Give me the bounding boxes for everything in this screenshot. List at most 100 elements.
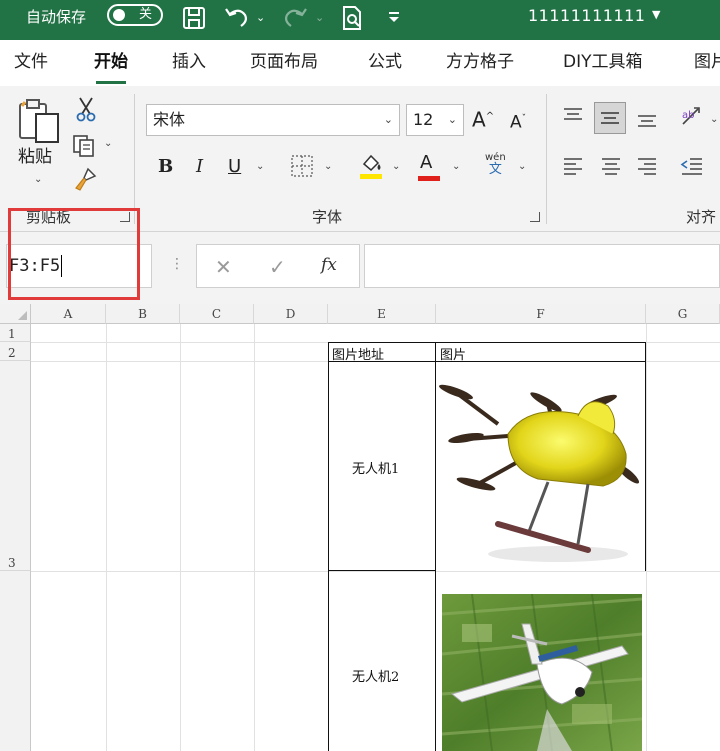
underline-button[interactable]: U [228,156,241,178]
table-border [645,342,646,571]
cell-f2[interactable]: 图片 [440,344,466,363]
font-size-select[interactable]: 12 ⌄ [406,104,464,136]
column-header-d[interactable]: D [254,304,328,324]
tab-formulas[interactable]: 公式 [368,51,402,73]
font-color-icon[interactable]: A [418,152,440,181]
autosave-label: 自动保存 [26,8,87,26]
fill-color-icon[interactable] [358,150,384,186]
paste-icon[interactable] [18,96,62,150]
enter-icon[interactable]: ✓ [269,255,286,279]
font-size-dropdown-icon: ⌄ [447,113,457,126]
font-name-value: 宋体 [153,110,186,129]
formula-input[interactable] [364,244,720,288]
underline-dropdown-icon[interactable]: ⌄ [256,161,264,172]
fill-color-dropdown-icon[interactable]: ⌄ [392,161,400,172]
cut-icon[interactable] [76,96,96,128]
table-border [328,342,646,343]
workbook-filename[interactable]: 11111111111 [528,6,645,26]
font-name-select[interactable]: 宋体 ⌄ [146,104,400,136]
formula-buttons: ✕ ✓ fx [196,244,360,288]
cell-e4[interactable]: 无人机2 [352,666,399,685]
align-right-icon[interactable] [636,156,658,182]
font-size-value: 12 [413,110,434,129]
row-header-1[interactable]: 1 [0,324,31,342]
insert-function-icon[interactable]: fx [321,255,337,275]
formula-bar-resize-handle[interactable]: ⋮ [170,256,184,272]
alignment-group-label: 对齐 [686,208,717,226]
italic-button[interactable]: I [196,156,203,178]
cell-e2[interactable]: 图片地址 [332,344,384,363]
decrease-indent-icon[interactable] [680,156,704,182]
font-color-dropdown-icon[interactable]: ⌄ [452,161,460,172]
row-number: 2 [8,346,16,360]
orientation-dropdown-icon[interactable]: ⌄ [710,114,718,125]
phonetic-guide-icon[interactable]: wén 文 [485,152,506,177]
tab-diy-toolbox[interactable]: DIY工具箱 [563,51,643,73]
column-header-f[interactable]: F [436,304,646,324]
gridline [31,571,720,572]
font-color-letter: A [420,152,433,173]
phonetic-dropdown-icon[interactable]: ⌄ [518,161,526,172]
increase-font-size-icon[interactable]: A^ [472,106,494,131]
tab-picture[interactable]: 图片 [694,51,720,73]
gridline [646,324,647,751]
font-group-label: 字体 [312,208,343,226]
white-plane-drone-image[interactable] [442,594,642,751]
gridline [180,324,181,751]
ribbon-separator [546,94,547,224]
print-preview-icon[interactable] [340,5,364,31]
save-icon[interactable] [181,5,207,31]
cancel-icon[interactable]: ✕ [215,255,232,279]
align-middle-button[interactable] [594,102,626,134]
row-header-2[interactable]: 2 [0,342,31,361]
column-header-e[interactable]: E [328,304,436,324]
table-border [328,342,329,751]
column-header-b[interactable]: B [106,304,180,324]
title-bar: 自动保存 关 ⌄ ⌄ 11111111111 ▼ [0,0,720,40]
column-header-g[interactable]: G [646,304,720,324]
bold-button[interactable]: B [158,156,173,178]
align-left-icon[interactable] [562,156,584,182]
redo-dropdown-icon[interactable]: ⌄ [315,5,324,31]
format-painter-icon[interactable] [72,166,98,198]
tab-home[interactable]: 开始 [94,51,128,84]
ribbon-separator [134,94,135,224]
decrease-font-size-icon[interactable]: Aˇ [510,108,526,134]
highlight-annotation-box [8,208,140,300]
font-launcher-icon[interactable] [530,212,540,222]
undo-dropdown-icon[interactable]: ⌄ [256,5,265,31]
svg-text:ab: ab [682,110,694,121]
paste-label[interactable]: 粘贴 [18,146,52,168]
filename-dropdown-icon[interactable]: ▼ [652,8,660,21]
align-center-icon[interactable] [600,156,622,182]
table-border [435,342,436,751]
tab-page-layout[interactable]: 页面布局 [250,51,318,73]
select-all-button[interactable] [0,304,31,324]
row-header-4[interactable] [0,571,31,751]
align-bottom-icon[interactable] [636,108,658,136]
cell-e3[interactable]: 无人机1 [352,458,399,477]
paste-dropdown-icon[interactable]: ⌄ [34,174,42,185]
customize-toolbar-icon[interactable] [387,5,401,31]
column-header-c[interactable]: C [180,304,254,324]
tab-insert[interactable]: 插入 [172,51,206,73]
copy-icon[interactable] [72,134,98,164]
ribbon-tabs: 文件 开始 插入 页面布局 公式 方方格子 DIY工具箱 图片 [0,40,720,86]
align-top-icon[interactable] [562,106,584,132]
column-header-a[interactable]: A [31,304,106,324]
copy-dropdown-icon[interactable]: ⌄ [104,138,112,149]
font-name-dropdown-icon: ⌄ [383,113,393,126]
tab-fangfang-gezi[interactable]: 方方格子 [446,51,514,73]
gridline [254,324,255,751]
borders-icon[interactable] [290,154,314,184]
row-header-3[interactable]: 3 [0,361,31,571]
orientation-icon[interactable]: ab [680,104,706,134]
yellow-drone-image[interactable] [438,364,642,568]
table-border [328,570,436,571]
borders-dropdown-icon[interactable]: ⌄ [324,161,332,172]
undo-icon[interactable] [223,5,251,31]
tab-file[interactable]: 文件 [14,51,48,73]
autosave-toggle[interactable]: 关 [107,4,163,26]
redo-icon[interactable] [281,5,309,31]
row-number: 3 [8,556,16,570]
